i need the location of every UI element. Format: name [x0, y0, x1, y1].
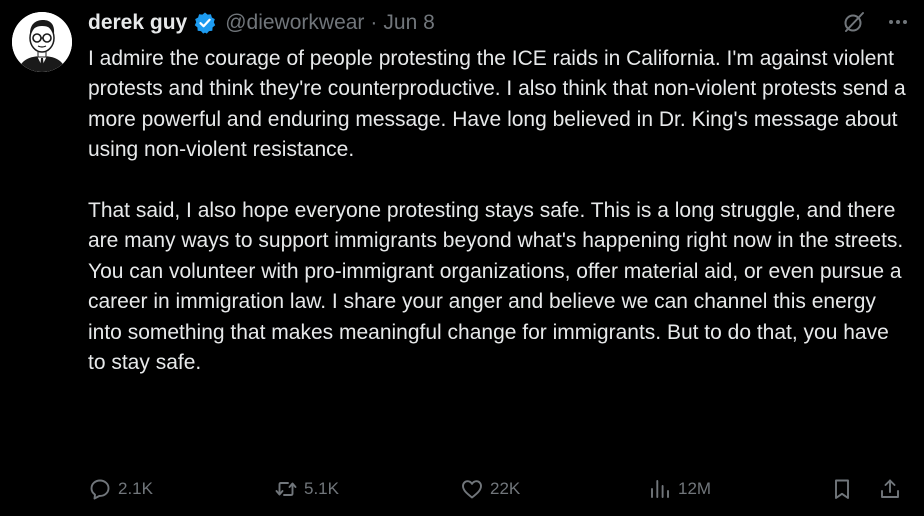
reply-icon: [88, 477, 112, 501]
views-count: 12M: [678, 479, 712, 498]
verified-badge-icon: [193, 11, 217, 35]
repost-button[interactable]: 5.1K: [274, 474, 339, 504]
more-options-icon[interactable]: [886, 10, 910, 34]
repost-icon: [274, 477, 298, 501]
tweet[interactable]: derek guy @dieworkwear · Jun 8 I admire …: [0, 0, 924, 516]
header-separator: ·: [370, 11, 378, 34]
share-icon: [878, 477, 902, 501]
display-name[interactable]: derek guy: [88, 11, 187, 35]
share-button[interactable]: [878, 474, 902, 504]
tweet-actions: 2.1K 5.1K 22K 12M: [88, 474, 912, 504]
tweet-paragraph: That said, I also hope everyone protesti…: [88, 199, 904, 375]
views-icon: [648, 477, 672, 501]
avatar-illustration: [12, 12, 72, 72]
reply-count: 2.1K: [118, 479, 153, 498]
tweet-paragraph: I admire the courage of people protestin…: [88, 47, 906, 162]
tweet-header: derek guy @dieworkwear · Jun 8: [88, 8, 435, 38]
reply-button[interactable]: 2.1K: [88, 474, 153, 504]
tweet-top-actions: [842, 10, 910, 34]
like-button[interactable]: 22K: [460, 474, 520, 504]
like-count: 22K: [490, 479, 521, 498]
avatar[interactable]: [12, 12, 72, 72]
grok-icon[interactable]: [842, 10, 866, 34]
views-button[interactable]: 12M: [648, 474, 711, 504]
bookmark-button[interactable]: [830, 474, 854, 504]
repost-count: 5.1K: [304, 479, 339, 498]
tweet-text: I admire the courage of people protestin…: [88, 44, 912, 378]
like-icon: [460, 477, 484, 501]
tweet-date[interactable]: Jun 8: [383, 11, 434, 35]
bookmark-icon: [830, 477, 854, 501]
handle[interactable]: @dieworkwear: [225, 11, 364, 35]
